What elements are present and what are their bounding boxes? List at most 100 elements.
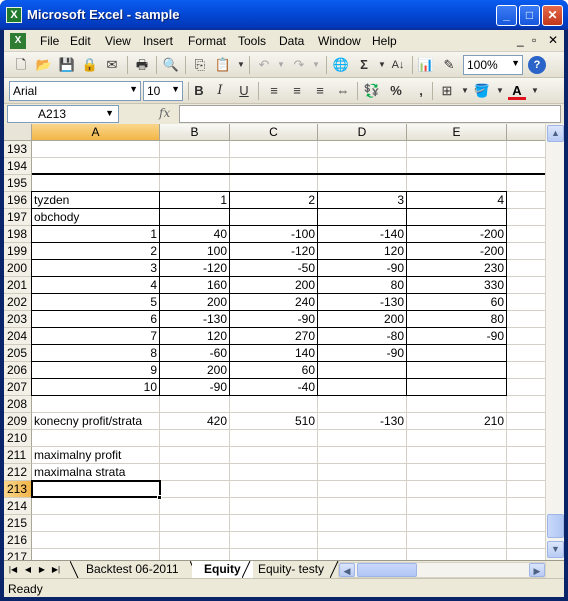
align-left-icon[interactable]: ≡	[265, 82, 283, 100]
cell-a206[interactable]: 9	[32, 362, 159, 379]
cell-a194[interactable]	[32, 158, 192, 175]
cell-a212[interactable]: maximalna strata	[32, 464, 192, 481]
cell-c203[interactable]: -90	[230, 311, 317, 328]
first-sheet-icon[interactable]: |◀	[7, 563, 19, 577]
chart-wizard-icon[interactable]: 📊	[417, 56, 435, 74]
row-header-205[interactable]: 205	[4, 345, 32, 362]
cell-e198[interactable]: -200	[407, 226, 506, 243]
cell-c204[interactable]: 270	[230, 328, 317, 345]
cell-a208[interactable]	[32, 396, 192, 413]
cell-e202[interactable]: 60	[407, 294, 506, 311]
cell-c208[interactable]	[230, 396, 317, 413]
cell-a209[interactable]: konecny profit/strata	[32, 413, 192, 430]
font-color-dropdown-icon[interactable]: ▼	[526, 82, 544, 100]
cell-a207[interactable]: 10	[32, 379, 159, 396]
cell-d216[interactable]	[318, 532, 406, 549]
zoom-select[interactable]: 100% ▼	[463, 55, 523, 75]
row-header-213[interactable]: 213	[4, 481, 32, 498]
hyperlink-icon[interactable]: 🌐	[332, 56, 350, 74]
cell-e209[interactable]: 210	[407, 413, 506, 430]
column-header-c[interactable]: C	[230, 124, 318, 141]
row-header-201[interactable]: 201	[4, 277, 32, 294]
italic-icon[interactable]: I	[211, 82, 229, 100]
excel-app-icon[interactable]: X	[6, 7, 22, 23]
fx-label[interactable]: fx	[159, 106, 170, 120]
percent-icon[interactable]: %	[387, 82, 405, 100]
cell-e213[interactable]	[407, 481, 506, 498]
redo-dropdown-icon[interactable]: ▼	[307, 56, 325, 74]
workbook-icon[interactable]: X	[10, 33, 26, 49]
cell-d206[interactable]	[318, 362, 406, 379]
row-header-204[interactable]: 204	[4, 328, 32, 345]
cell-e204[interactable]: -90	[407, 328, 506, 345]
cell-b206[interactable]: 200	[160, 362, 229, 379]
next-sheet-icon[interactable]: ▶	[36, 563, 48, 577]
font-size-select[interactable]: 10 ▼	[143, 81, 183, 101]
column-header-a[interactable]: A	[32, 124, 160, 141]
paste-dropdown-icon[interactable]: ▼	[232, 56, 250, 74]
row-header-217[interactable]: 217	[4, 549, 32, 560]
menu-insert[interactable]: Insert	[143, 34, 173, 48]
vertical-scrollbar[interactable]: ▲ ▼	[545, 124, 564, 560]
copy-icon[interactable]: ⎘	[191, 56, 209, 74]
cell-b205[interactable]: -60	[160, 345, 229, 362]
last-sheet-icon[interactable]: ▶|	[50, 563, 62, 577]
row-header-214[interactable]: 214	[4, 498, 32, 515]
worksheet-grid[interactable]: A B C D E 193 194 195 196 tyzden 1 2 3 4 197 obchody 198…	[4, 124, 545, 560]
column-header-e[interactable]: E	[407, 124, 507, 141]
scroll-left-icon[interactable]: ◀	[339, 563, 355, 577]
vertical-scroll-thumb[interactable]	[547, 514, 564, 538]
align-right-icon[interactable]: ≡	[311, 82, 329, 100]
row-header-216[interactable]: 216	[4, 532, 32, 549]
borders-icon[interactable]: ⊞	[438, 82, 456, 100]
doc-restore-button[interactable]: ▫	[532, 33, 536, 47]
cell-d210[interactable]	[318, 430, 406, 447]
row-header-198[interactable]: 198	[4, 226, 32, 243]
cell-e215[interactable]	[407, 515, 506, 532]
cell-d205[interactable]: -90	[318, 345, 406, 362]
cell-c201[interactable]: 200	[230, 277, 317, 294]
row-header-197[interactable]: 197	[4, 209, 32, 226]
underline-icon[interactable]: U	[235, 82, 253, 100]
drawing-icon[interactable]: ✎	[440, 56, 458, 74]
cell-e212[interactable]	[407, 464, 506, 481]
scroll-right-icon[interactable]: ▶	[529, 563, 545, 577]
cell-d209[interactable]: -130	[318, 413, 406, 430]
help-icon[interactable]: ?	[528, 56, 546, 74]
name-box[interactable]: A213 ▼	[7, 105, 119, 123]
cell-d208[interactable]	[318, 396, 406, 413]
cell-e195[interactable]	[407, 175, 506, 192]
cell-d204[interactable]: -80	[318, 328, 406, 345]
currency-icon[interactable]: 💱	[363, 82, 381, 100]
cell-a205[interactable]: 8	[32, 345, 159, 362]
cell-c214[interactable]	[230, 498, 317, 515]
cell-d198[interactable]: -140	[318, 226, 406, 243]
cell-c215[interactable]	[230, 515, 317, 532]
cell-e214[interactable]	[407, 498, 506, 515]
row-header-206[interactable]: 206	[4, 362, 32, 379]
cell-e203[interactable]: 80	[407, 311, 506, 328]
cell-e199[interactable]: -200	[407, 243, 506, 260]
tab-equity-testy[interactable]: Equity- testy	[246, 561, 336, 578]
minimize-button[interactable]: _	[496, 5, 517, 26]
row-header-199[interactable]: 199	[4, 243, 32, 260]
cell-c198[interactable]: -100	[230, 226, 317, 243]
row-header-193[interactable]: 193	[4, 141, 32, 158]
cell-e211[interactable]	[407, 447, 506, 464]
row-header-200[interactable]: 200	[4, 260, 32, 277]
row-header-194[interactable]: 194	[4, 158, 32, 175]
prev-sheet-icon[interactable]: ◀	[22, 563, 34, 577]
row-header-210[interactable]: 210	[4, 430, 32, 447]
cell-b201[interactable]: 160	[160, 277, 229, 294]
cell-c205[interactable]: 140	[230, 345, 317, 362]
cell-c200[interactable]: -50	[230, 260, 317, 277]
cell-b198[interactable]: 40	[160, 226, 229, 243]
paste-icon[interactable]: 📋	[214, 56, 232, 74]
menu-window[interactable]: Window	[318, 34, 361, 48]
fill-color-icon[interactable]: 🪣	[473, 82, 491, 100]
cell-d207[interactable]	[318, 379, 406, 396]
cell-c197[interactable]	[230, 209, 317, 226]
cell-c210[interactable]	[230, 430, 317, 447]
row-header-215[interactable]: 215	[4, 515, 32, 532]
cell-d212[interactable]	[318, 464, 406, 481]
